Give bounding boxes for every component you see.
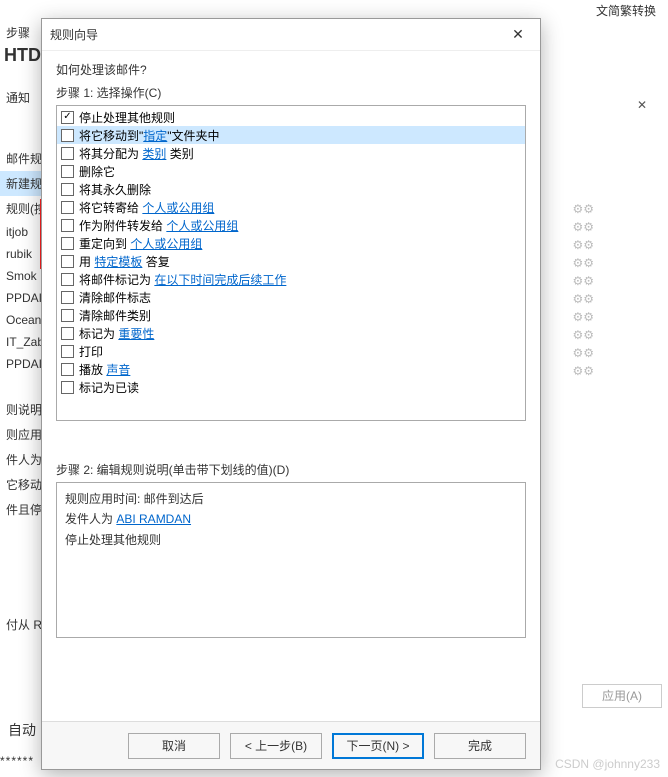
action-checkbox[interactable]: [61, 111, 74, 124]
action-item[interactable]: 将邮件标记为 在以下时间完成后续工作: [57, 270, 525, 288]
action-label: 将邮件标记为 在以下时间完成后续工作: [79, 271, 286, 288]
action-label: 将其分配为 类别 类别: [79, 145, 194, 162]
action-label: 打印: [79, 343, 103, 360]
step2-label: 步骤 2: 编辑规则说明(单击带下划线的值)(D): [56, 461, 526, 478]
action-checkbox[interactable]: [61, 345, 74, 358]
watermark: CSDN @johnny233: [555, 757, 660, 771]
gear-column: ⚙⚙⚙⚙⚙⚙⚙⚙⚙⚙⚙⚙⚙⚙⚙⚙⚙⚙⚙⚙: [572, 200, 594, 380]
step1-label: 步骤 1: 选择操作(C): [56, 84, 526, 101]
action-label: 作为附件转发给 个人或公用组: [79, 217, 238, 234]
action-item[interactable]: 用 特定模板 答复: [57, 252, 525, 270]
action-label: 用 特定模板 答复: [79, 253, 170, 270]
dialog-question: 如何处理该邮件?: [56, 61, 526, 78]
close-icon[interactable]: ✕: [504, 23, 532, 47]
action-link[interactable]: 指定: [143, 129, 167, 143]
action-item[interactable]: 删除它: [57, 162, 525, 180]
next-button[interactable]: 下一页(N) >: [332, 733, 424, 759]
action-link[interactable]: 特定模板: [94, 255, 142, 269]
action-link[interactable]: 重要性: [118, 327, 154, 341]
action-checkbox[interactable]: [61, 237, 74, 250]
action-label: 将它转寄给 个人或公用组: [79, 199, 214, 216]
action-checkbox[interactable]: [61, 219, 74, 232]
desc-line: 停止处理其他规则: [65, 530, 517, 550]
action-link[interactable]: 类别: [142, 147, 166, 161]
action-checkbox[interactable]: [61, 147, 74, 160]
action-label: 删除它: [79, 163, 115, 180]
action-label: 将它移动到"指定"文件夹中: [79, 127, 220, 144]
action-item[interactable]: 标记为 重要性: [57, 324, 525, 342]
action-label: 标记为已读: [79, 379, 139, 396]
action-checkbox[interactable]: [61, 183, 74, 196]
action-label: 将其永久删除: [79, 181, 151, 198]
action-checkbox[interactable]: [61, 327, 74, 340]
action-checkbox[interactable]: [61, 201, 74, 214]
auto-label: 自动: [8, 720, 36, 740]
back-button[interactable]: < 上一步(B): [230, 733, 322, 759]
sender-link[interactable]: ABI RAMDAN: [116, 512, 191, 526]
action-label: 播放 声音: [79, 361, 130, 378]
action-label: 停止处理其他规则: [79, 109, 175, 126]
rule-description-box[interactable]: 规则应用时间: 邮件到达后 发件人为 ABI RAMDAN 停止处理其他规则: [56, 482, 526, 638]
action-item[interactable]: 停止处理其他规则: [57, 108, 525, 126]
action-item[interactable]: 作为附件转发给 个人或公用组: [57, 216, 525, 234]
action-label: 清除邮件标志: [79, 289, 151, 306]
action-checkbox[interactable]: [61, 255, 74, 268]
dialog-titlebar: 规则向导 ✕: [42, 19, 540, 51]
finish-button[interactable]: 完成: [434, 733, 526, 759]
action-link[interactable]: 在以下时间完成后续工作: [154, 273, 286, 287]
dialog-title: 规则向导: [50, 26, 98, 43]
bg-close-button[interactable]: ✕: [622, 94, 662, 118]
dialog-button-row: 取消 < 上一步(B) 下一页(N) > 完成: [42, 721, 540, 769]
action-link[interactable]: 个人或公用组: [130, 237, 202, 251]
action-item[interactable]: 将它移动到"指定"文件夹中: [57, 126, 525, 144]
action-checkbox[interactable]: [61, 363, 74, 376]
action-link[interactable]: 个人或公用组: [166, 219, 238, 233]
action-checkbox[interactable]: [61, 291, 74, 304]
action-item[interactable]: 重定向到 个人或公用组: [57, 234, 525, 252]
action-item[interactable]: 标记为已读: [57, 378, 525, 396]
stars-label: ******: [0, 754, 34, 768]
action-checkbox[interactable]: [61, 165, 74, 178]
action-item[interactable]: 打印: [57, 342, 525, 360]
desc-line: 规则应用时间: 邮件到达后: [65, 489, 517, 509]
action-checkbox[interactable]: [61, 129, 74, 142]
action-checkbox[interactable]: [61, 381, 74, 394]
action-item[interactable]: 将其永久删除: [57, 180, 525, 198]
action-item[interactable]: 将其分配为 类别 类别: [57, 144, 525, 162]
action-item[interactable]: 播放 声音: [57, 360, 525, 378]
action-link[interactable]: 个人或公用组: [142, 201, 214, 215]
desc-line: 发件人为 ABI RAMDAN: [65, 509, 517, 529]
action-checkbox[interactable]: [61, 273, 74, 286]
action-label: 重定向到 个人或公用组: [79, 235, 202, 252]
cancel-button[interactable]: 取消: [128, 733, 220, 759]
action-item[interactable]: 将它转寄给 个人或公用组: [57, 198, 525, 216]
rules-wizard-dialog: 规则向导 ✕ 如何处理该邮件? 步骤 1: 选择操作(C) 停止处理其他规则将它…: [41, 18, 541, 770]
action-label: 清除邮件类别: [79, 307, 151, 324]
top-right-label: 文简繁转换: [596, 2, 656, 19]
apply-button[interactable]: 应用(A): [582, 684, 662, 708]
action-label: 标记为 重要性: [79, 325, 154, 342]
action-link[interactable]: 声音: [106, 363, 130, 377]
actions-listbox[interactable]: 停止处理其他规则将它移动到"指定"文件夹中将其分配为 类别 类别删除它将其永久删…: [56, 105, 526, 421]
action-item[interactable]: 清除邮件标志: [57, 288, 525, 306]
action-checkbox[interactable]: [61, 309, 74, 322]
action-item[interactable]: 清除邮件类别: [57, 306, 525, 324]
